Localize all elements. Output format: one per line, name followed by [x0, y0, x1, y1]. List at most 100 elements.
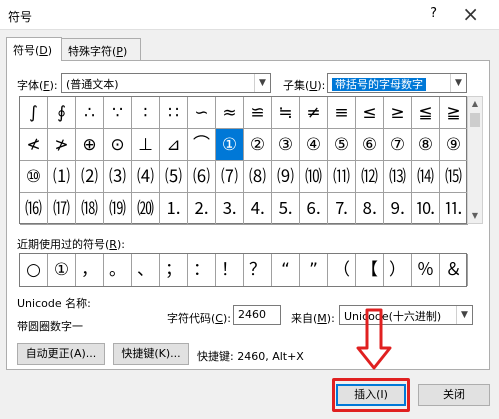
- symbol-cell[interactable]: ⑿: [356, 161, 384, 193]
- symbol-cell[interactable]: ∷: [160, 97, 188, 129]
- symbol-cell[interactable]: ⑽: [300, 161, 328, 193]
- recent-symbol-cell[interactable]: 、: [132, 254, 160, 286]
- symbol-cell[interactable]: ⑤: [328, 129, 356, 161]
- recent-symbol-cell[interactable]: ①: [48, 254, 76, 286]
- recent-symbol-cell[interactable]: ％: [412, 254, 440, 286]
- symbol-cell[interactable]: ⒏: [356, 193, 384, 225]
- recent-symbol-cell[interactable]: ＆: [440, 254, 468, 286]
- recent-symbol-cell[interactable]: ”: [300, 254, 328, 286]
- symbol-cell[interactable]: ⒃: [20, 193, 48, 225]
- tab-special-characters[interactable]: 特殊字符(P): [61, 38, 141, 60]
- symbol-cell[interactable]: ⊿: [160, 129, 188, 161]
- symbol-cell[interactable]: ①: [216, 129, 244, 161]
- chevron-down-icon[interactable]: ▼: [456, 306, 472, 324]
- symbol-cell[interactable]: ⑴: [48, 161, 76, 193]
- shortcut-key-button[interactable]: 快捷键(K)...: [113, 343, 189, 365]
- symbol-cell[interactable]: ⒎: [328, 193, 356, 225]
- symbol-cell[interactable]: ⒑: [412, 193, 440, 225]
- symbol-cell[interactable]: ⒄: [48, 193, 76, 225]
- char-code-input[interactable]: 2460: [233, 305, 281, 325]
- symbol-cell[interactable]: ④: [300, 129, 328, 161]
- symbol-cell[interactable]: ⒁: [412, 161, 440, 193]
- recent-symbol-cell[interactable]: “: [272, 254, 300, 286]
- scroll-up-icon[interactable]: ▲: [468, 97, 482, 111]
- symbol-cell[interactable]: ∶: [132, 97, 160, 129]
- symbol-cell[interactable]: ⑼: [272, 161, 300, 193]
- symbol-cell[interactable]: ∴: [76, 97, 104, 129]
- tab-symbols[interactable]: 符号(D): [6, 37, 62, 61]
- symbol-cell[interactable]: ∵: [104, 97, 132, 129]
- symbol-cell[interactable]: ⑧: [412, 129, 440, 161]
- font-select[interactable]: (普通文本) ▼: [61, 73, 271, 93]
- title-bar: 符号 ? ×: [0, 0, 499, 30]
- symbol-cell[interactable]: ⑦: [384, 129, 412, 161]
- symbol-cell[interactable]: ≤: [356, 97, 384, 129]
- symbol-cell[interactable]: ⊙: [104, 129, 132, 161]
- chevron-down-icon[interactable]: ▼: [254, 74, 270, 92]
- symbol-cell[interactable]: ⒋: [244, 193, 272, 225]
- symbol-cell[interactable]: ⑺: [216, 161, 244, 193]
- symbol-cell[interactable]: ⒊: [216, 193, 244, 225]
- symbol-cell[interactable]: ⒅: [76, 193, 104, 225]
- chevron-down-icon[interactable]: ▼: [450, 74, 466, 92]
- symbol-grid[interactable]: ∫ ∮ ∴ ∵ ∶ ∷ ∽ ≈ ≌ ≒ ≠ ≡ ≤ ≥ ≦ ≧ ≮ ≯ ⊕ ⊙ ⊥ ⊿ ⌒ ① ② ③ ④ ⑤ ⑥ ⑦ ⑧ ⑨ ⑩ ⑴ ⑵ ⑶ ⑷ ⑸ ⑹ ⑺…: [19, 96, 468, 225]
- close-icon[interactable]: ×: [462, 2, 479, 26]
- help-button[interactable]: ?: [430, 6, 437, 21]
- symbol-cell[interactable]: ≯: [48, 129, 76, 161]
- symbol-cell[interactable]: ⌒: [188, 129, 216, 161]
- recent-symbol-cell[interactable]: ）: [384, 254, 412, 286]
- symbol-cell[interactable]: ⑸: [160, 161, 188, 193]
- symbol-cell[interactable]: ⑷: [132, 161, 160, 193]
- close-button[interactable]: 关闭: [418, 384, 490, 406]
- symbol-cell[interactable]: ∫: [20, 97, 48, 129]
- symbol-cell[interactable]: ≌: [244, 97, 272, 129]
- scroll-thumb[interactable]: [470, 113, 480, 127]
- symbol-cell[interactable]: ⒐: [384, 193, 412, 225]
- scroll-down-icon[interactable]: ▼: [468, 209, 482, 223]
- symbol-cell[interactable]: ≥: [384, 97, 412, 129]
- symbol-cell[interactable]: ⒇: [132, 193, 160, 225]
- symbol-cell[interactable]: ⑻: [244, 161, 272, 193]
- recent-symbol-cell[interactable]: ○: [20, 254, 48, 286]
- symbol-cell[interactable]: ⊕: [76, 129, 104, 161]
- recent-symbols-row[interactable]: ○ ①，。、；：！？ “” （【）％＆: [19, 253, 468, 287]
- recent-symbol-cell[interactable]: 【: [356, 254, 384, 286]
- recent-symbol-cell[interactable]: ；: [160, 254, 188, 286]
- symbol-cell[interactable]: ⑩: [20, 161, 48, 193]
- symbol-cell[interactable]: ≦: [412, 97, 440, 129]
- symbol-cell[interactable]: ⒈: [160, 193, 188, 225]
- symbol-cell[interactable]: ⑾: [328, 161, 356, 193]
- symbol-cell[interactable]: ⊥: [132, 129, 160, 161]
- symbol-cell[interactable]: ≧: [440, 97, 468, 129]
- symbol-cell[interactable]: ⒍: [300, 193, 328, 225]
- symbol-cell[interactable]: ⒌: [272, 193, 300, 225]
- recent-symbol-cell[interactable]: ！: [216, 254, 244, 286]
- symbol-cell[interactable]: ∮: [48, 97, 76, 129]
- symbol-cell[interactable]: ②: [244, 129, 272, 161]
- symbol-cell[interactable]: ≡: [328, 97, 356, 129]
- recent-symbol-cell[interactable]: ，: [76, 254, 104, 286]
- symbol-cell[interactable]: ⑶: [104, 161, 132, 193]
- autocorrect-button[interactable]: 自动更正(A)...: [17, 343, 105, 365]
- symbol-cell[interactable]: ⒒: [440, 193, 468, 225]
- symbol-grid-scrollbar[interactable]: ▲ ▼: [467, 96, 483, 224]
- symbol-cell[interactable]: ⑨: [440, 129, 468, 161]
- subset-select[interactable]: 带括号的字母数字 ▼: [327, 73, 467, 93]
- symbol-cell[interactable]: ⑵: [76, 161, 104, 193]
- recent-symbol-cell[interactable]: 。: [104, 254, 132, 286]
- recent-symbol-cell[interactable]: ？: [244, 254, 272, 286]
- recent-symbol-cell[interactable]: ：: [188, 254, 216, 286]
- symbol-cell[interactable]: ≮: [20, 129, 48, 161]
- symbol-cell[interactable]: ≠: [300, 97, 328, 129]
- recent-symbol-cell[interactable]: （: [328, 254, 356, 286]
- symbol-cell[interactable]: ∽: [188, 97, 216, 129]
- symbol-cell[interactable]: ⒆: [104, 193, 132, 225]
- symbol-cell[interactable]: ③: [272, 129, 300, 161]
- symbol-cell[interactable]: ⒉: [188, 193, 216, 225]
- symbol-cell[interactable]: ⑹: [188, 161, 216, 193]
- symbol-cell[interactable]: ⒀: [384, 161, 412, 193]
- symbol-cell[interactable]: ⑥: [356, 129, 384, 161]
- symbol-cell[interactable]: ≒: [272, 97, 300, 129]
- symbol-cell[interactable]: ≈: [216, 97, 244, 129]
- symbol-cell[interactable]: ⒂: [440, 161, 468, 193]
